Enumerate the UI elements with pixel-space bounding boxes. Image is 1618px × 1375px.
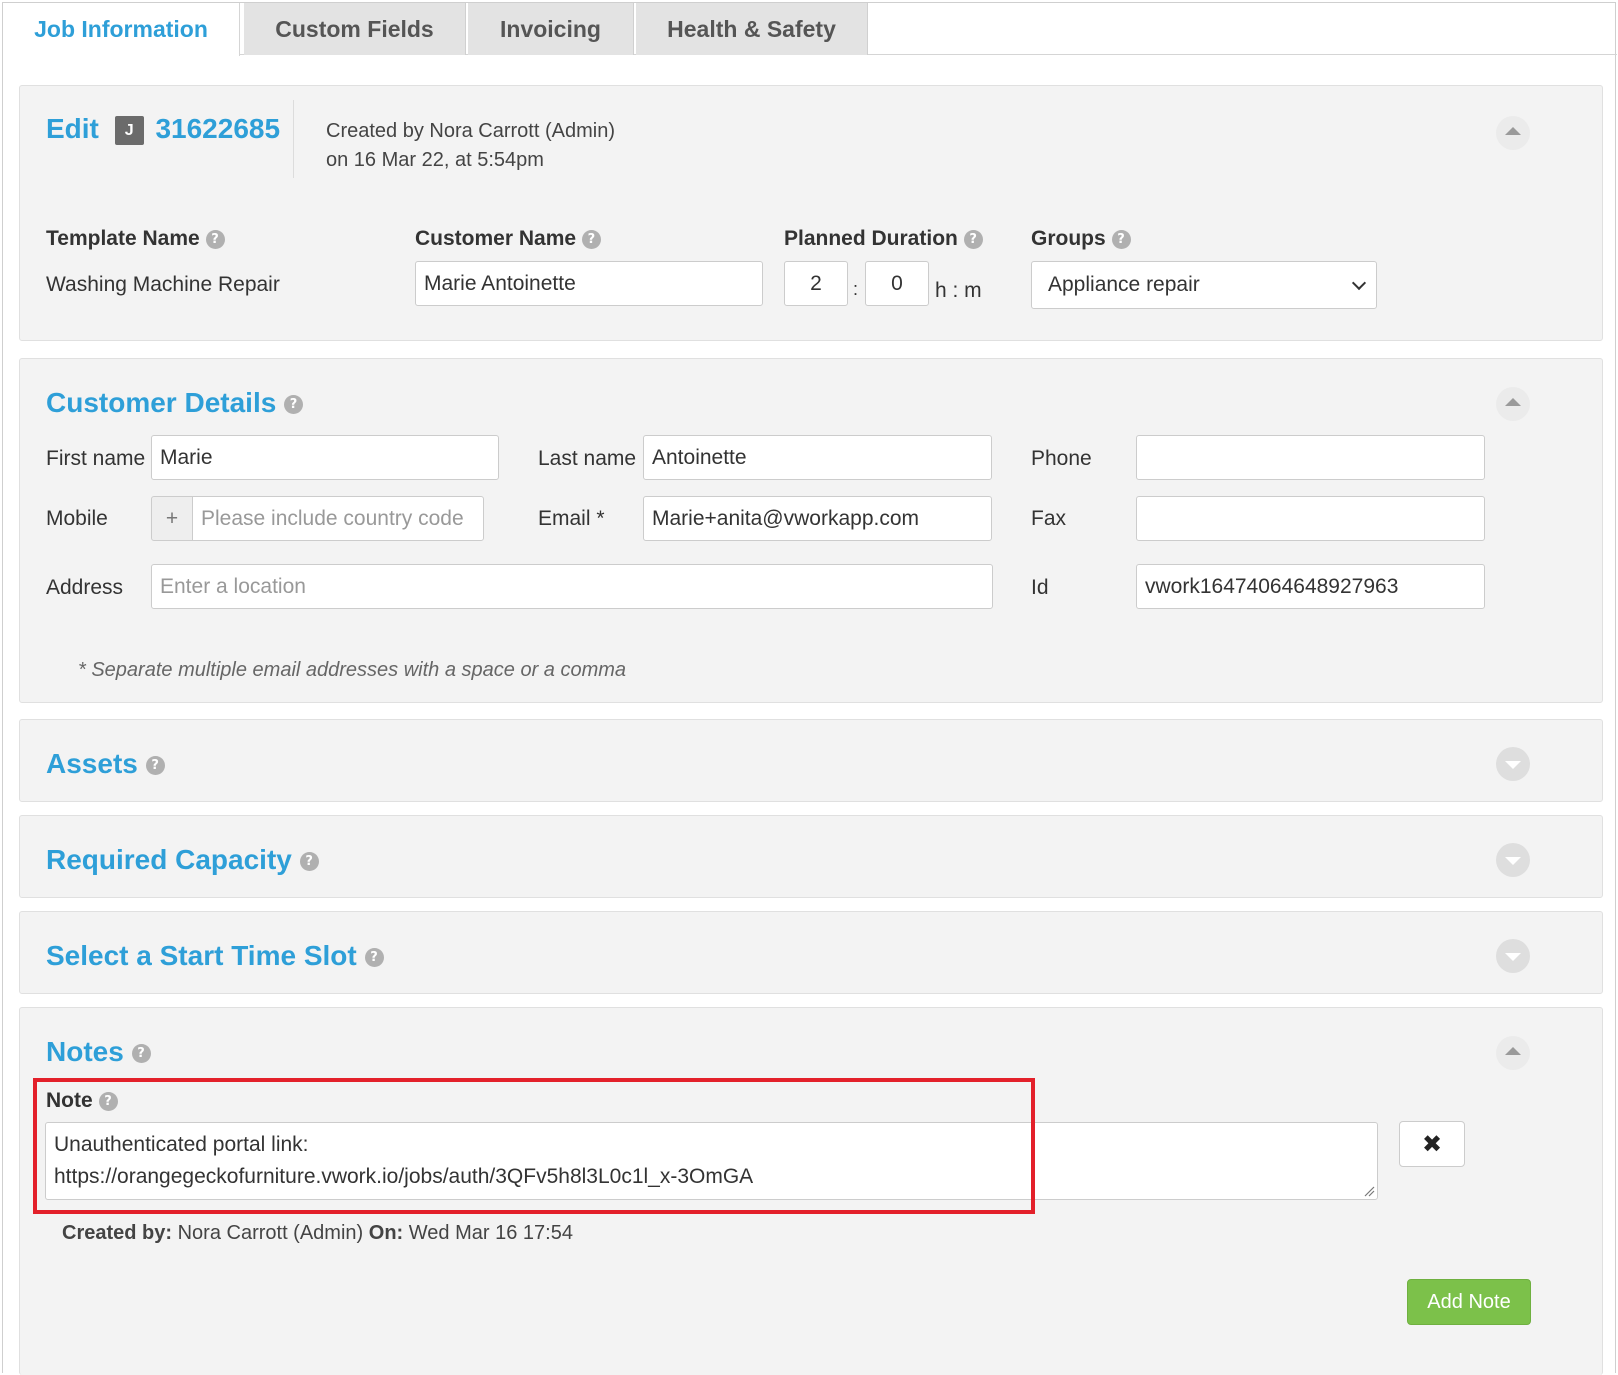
- chevron-down-icon: [1351, 275, 1367, 291]
- expand-required-capacity-button[interactable]: [1496, 843, 1530, 877]
- customer-details-title: Customer Details ?: [46, 387, 304, 419]
- groups-label-text: Groups: [1031, 227, 1106, 250]
- expand-assets-button[interactable]: [1496, 747, 1530, 781]
- help-icon[interactable]: ?: [299, 852, 319, 872]
- customer-name-label-text: Customer Name: [415, 227, 577, 250]
- duration-minutes-input[interactable]: 0: [865, 261, 929, 306]
- edit-title: Edit J 31622685: [46, 113, 280, 146]
- start-time-slot-title[interactable]: Select a Start Time Slot ?: [46, 940, 384, 972]
- template-name-label: Template Name ?: [46, 227, 225, 251]
- edit-label: Edit: [46, 113, 99, 144]
- assets-title[interactable]: Assets ?: [46, 748, 165, 780]
- duration-hours-input[interactable]: 2: [784, 261, 848, 306]
- help-icon[interactable]: ?: [1111, 229, 1131, 249]
- help-icon[interactable]: ?: [131, 1044, 151, 1064]
- header-divider: [293, 100, 294, 178]
- note-meta: Created by: Nora Carrott (Admin) On: Wed…: [62, 1222, 573, 1245]
- groups-select[interactable]: Appliance repair: [1031, 261, 1377, 309]
- notes-title: Notes ?: [46, 1036, 151, 1068]
- note-created-by-label: Created by:: [62, 1222, 173, 1244]
- collapse-notes-button[interactable]: [1496, 1036, 1530, 1070]
- job-badge: J: [114, 116, 144, 146]
- duration-separator: :: [853, 279, 859, 299]
- fax-label: Fax: [1031, 507, 1067, 530]
- email-label: Email *: [538, 507, 605, 530]
- tab-invoicing[interactable]: Invoicing: [468, 3, 634, 55]
- customer-details-panel: Customer Details ? First name Marie Last…: [19, 358, 1603, 703]
- fax-input[interactable]: [1136, 496, 1485, 541]
- last-name-label: Last name: [538, 447, 637, 470]
- id-input[interactable]: vwork16474064648927963: [1136, 564, 1485, 609]
- collapse-edit-button[interactable]: [1496, 116, 1530, 150]
- help-icon[interactable]: ?: [364, 948, 384, 968]
- start-time-slot-title-text: Select a Start Time Slot: [46, 940, 357, 971]
- tab-custom-fields[interactable]: Custom Fields: [244, 3, 466, 55]
- email-footnote: * Separate multiple email addresses with…: [78, 659, 627, 681]
- assets-title-text: Assets: [46, 748, 138, 779]
- last-name-input[interactable]: Antoinette: [643, 435, 992, 480]
- edit-panel: Edit J 31622685 Created by Nora Carrott …: [19, 85, 1603, 341]
- tab-job-information[interactable]: Job Information: [3, 3, 240, 56]
- start-time-slot-panel: Select a Start Time Slot ?: [19, 911, 1603, 994]
- id-label: Id: [1031, 576, 1049, 599]
- notes-title-text: Notes: [46, 1036, 124, 1067]
- help-icon[interactable]: ?: [581, 229, 601, 249]
- email-input[interactable]: Marie+anita@vworkapp.com: [643, 496, 992, 541]
- customer-name-input[interactable]: Marie Antoinette: [415, 261, 763, 306]
- close-icon: ✖: [1421, 1130, 1443, 1158]
- required-capacity-title[interactable]: Required Capacity ?: [46, 844, 319, 876]
- phone-label: Phone: [1031, 447, 1092, 470]
- note-created-by-value: Nora Carrott (Admin): [177, 1222, 364, 1244]
- note-on-label: On:: [368, 1222, 404, 1244]
- mobile-input[interactable]: Please include country code: [192, 496, 484, 541]
- first-name-label: First name: [46, 447, 146, 470]
- groups-label: Groups ?: [1031, 227, 1131, 251]
- customer-name-label: Customer Name ?: [415, 227, 601, 251]
- address-input[interactable]: Enter a location: [151, 564, 993, 609]
- help-icon[interactable]: ?: [145, 756, 165, 776]
- required-capacity-panel: Required Capacity ?: [19, 815, 1603, 898]
- collapse-customer-details-button[interactable]: [1496, 387, 1530, 421]
- planned-duration-label-text: Planned Duration: [784, 227, 958, 250]
- mobile-label: Mobile: [46, 507, 108, 530]
- highlight-annotation-box: [33, 1078, 1035, 1214]
- template-name-label-text: Template Name: [46, 227, 200, 250]
- first-name-input[interactable]: Marie: [151, 435, 499, 480]
- customer-details-title-text: Customer Details: [46, 387, 277, 418]
- tab-bar: Job Information Custom Fields Invoicing …: [3, 3, 1617, 56]
- required-capacity-title-text: Required Capacity: [46, 844, 292, 875]
- delete-note-button[interactable]: ✖: [1399, 1121, 1465, 1167]
- resize-handle-icon[interactable]: [1363, 1185, 1375, 1197]
- add-note-button[interactable]: Add Note: [1407, 1279, 1531, 1325]
- job-number[interactable]: 31622685: [155, 113, 280, 144]
- planned-duration-label: Planned Duration ?: [784, 227, 983, 251]
- mobile-country-prefix: +: [151, 496, 193, 541]
- address-label: Address: [46, 576, 124, 599]
- help-icon[interactable]: ?: [205, 229, 225, 249]
- help-icon[interactable]: ?: [284, 395, 304, 415]
- help-icon[interactable]: ?: [963, 229, 983, 249]
- tab-health-safety[interactable]: Health & Safety: [636, 3, 868, 55]
- groups-select-value: Appliance repair: [1048, 273, 1200, 296]
- duration-unit: h : m: [935, 279, 982, 302]
- assets-panel: Assets ?: [19, 719, 1603, 802]
- expand-start-time-slot-button[interactable]: [1496, 939, 1530, 973]
- phone-input[interactable]: [1136, 435, 1485, 480]
- created-on-text: on 16 Mar 22, at 5:54pm: [326, 149, 544, 171]
- created-by-text: Created by Nora Carrott (Admin): [326, 120, 615, 142]
- note-on-value: Wed Mar 16 17:54: [408, 1222, 573, 1244]
- template-name-value: Washing Machine Repair: [46, 273, 280, 296]
